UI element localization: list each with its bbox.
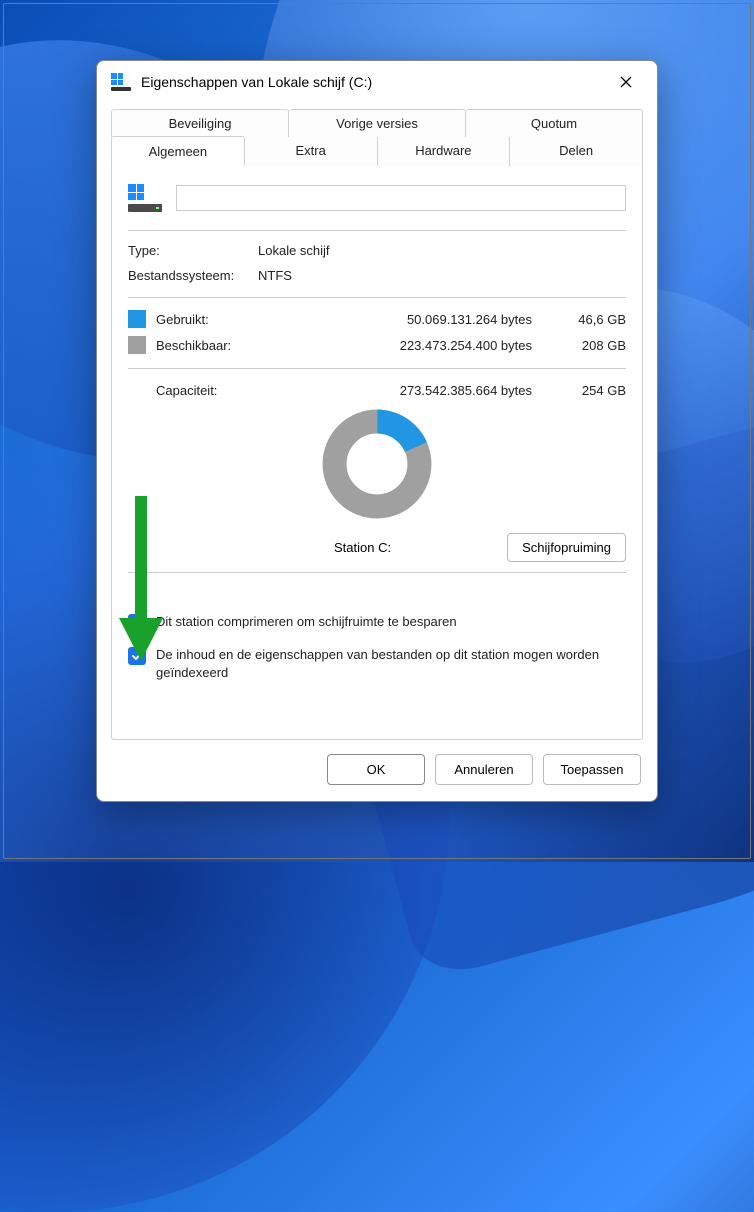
check-icon [131,617,143,629]
check-icon [131,650,143,662]
window-title: Eigenschappen van Lokale schijf (C:) [141,74,605,90]
used-label: Gebruikt: [156,312,252,327]
tab-strip: Beveiliging Vorige versies Quotum Algeme… [97,101,657,166]
tab-hardware[interactable]: Hardware [378,137,511,166]
tab-sharing[interactable]: Delen [510,137,643,166]
tab-tools[interactable]: Extra [245,137,378,166]
tab-previous-versions[interactable]: Vorige versies [289,109,466,137]
drive-icon [128,184,162,212]
compress-label: Dit station comprimeren om schijfruimte … [156,613,457,631]
drive-name-input[interactable] [176,185,626,211]
close-icon [620,76,632,88]
free-label: Beschikbaar: [156,338,252,353]
compress-checkbox[interactable] [128,614,146,632]
type-label: Type: [128,243,258,258]
dialog-buttons: OK Annuleren Toepassen [97,740,657,801]
type-value: Lokale schijf [258,243,330,258]
free-bytes: 223.473.254.400 bytes [252,338,562,353]
station-label: Station C: [128,540,507,555]
apply-button[interactable]: Toepassen [543,754,641,785]
index-checkbox[interactable] [128,647,146,665]
capacity-bytes: 273.542.385.664 bytes [252,383,562,398]
used-swatch [128,310,146,328]
used-bytes: 50.069.131.264 bytes [252,312,562,327]
filesystem-label: Bestandssysteem: [128,268,258,283]
index-label: De inhoud en de eigenschappen van bestan… [156,646,626,681]
usage-donut-chart [321,408,433,520]
properties-dialog: Eigenschappen van Lokale schijf (C:) Bev… [96,60,658,802]
capacity-gb: 254 GB [562,383,626,398]
ok-button[interactable]: OK [327,754,425,785]
titlebar: Eigenschappen van Lokale schijf (C:) [97,61,657,101]
tab-general[interactable]: Algemeen [111,136,245,166]
tab-security[interactable]: Beveiliging [111,109,289,137]
free-swatch [128,336,146,354]
drive-icon [111,73,131,91]
free-gb: 208 GB [562,338,626,353]
cancel-button[interactable]: Annuleren [435,754,533,785]
disk-cleanup-button[interactable]: Schijfopruiming [507,533,626,562]
tab-content-general: Type: Lokale schijf Bestandssysteem: NTF… [111,166,643,740]
filesystem-value: NTFS [258,268,292,283]
tab-quota[interactable]: Quotum [466,109,643,137]
used-gb: 46,6 GB [562,312,626,327]
close-button[interactable] [605,66,647,98]
capacity-label: Capaciteit: [128,383,252,398]
